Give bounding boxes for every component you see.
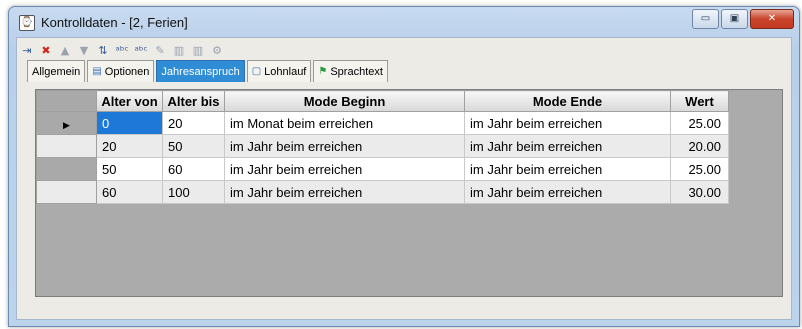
- cell-alter-bis[interactable]: 60: [162, 157, 225, 181]
- toolbar: ⇥ ✖ ▲ ▼ ⇅ ᵃᵇᶜ ᵃᵇᶜ ✎ ▥ ▥ ⚙: [19, 40, 225, 62]
- grid-table: Alter von Alter bis Mode Beginn Mode End…: [36, 90, 729, 204]
- app-window-icon[interactable]: ⌚: [19, 15, 35, 31]
- cell-alter-bis[interactable]: 50: [162, 134, 225, 158]
- column-header-mode-ende[interactable]: Mode Ende: [464, 90, 671, 112]
- cell-alter-bis[interactable]: 20: [162, 111, 225, 135]
- cell-wert[interactable]: 25.00: [670, 111, 729, 135]
- cell-alter-von[interactable]: 60: [96, 180, 163, 204]
- row-header[interactable]: ▶: [36, 111, 97, 135]
- cell-mode-ende[interactable]: im Jahr beim erreichen: [464, 180, 671, 204]
- minimize-button[interactable]: ▭: [692, 9, 719, 29]
- table-row[interactable]: ▶ 0 20 im Monat beim erreichen im Jahr b…: [36, 111, 729, 135]
- cell-mode-ende[interactable]: im Jahr beim erreichen: [464, 157, 671, 181]
- column-header-wert[interactable]: Wert: [670, 90, 729, 112]
- tab-jahresanspruch[interactable]: Jahresanspruch: [156, 60, 245, 82]
- corner-header[interactable]: [36, 90, 97, 112]
- tab-allgemein[interactable]: Allgemein: [27, 60, 86, 82]
- column-header-alter-von[interactable]: Alter von: [96, 90, 163, 112]
- cell-wert[interactable]: 25.00: [670, 157, 729, 181]
- delete-row-icon[interactable]: ✖: [38, 43, 54, 59]
- header-row: Alter von Alter bis Mode Beginn Mode End…: [36, 90, 729, 112]
- cell-wert[interactable]: 20.00: [670, 134, 729, 158]
- data-grid[interactable]: Alter von Alter bis Mode Beginn Mode End…: [35, 89, 783, 297]
- table-row[interactable]: 50 60 im Jahr beim erreichen im Jahr bei…: [36, 157, 729, 181]
- properties-icon[interactable]: ⚙: [209, 43, 225, 59]
- tab-sprachtext[interactable]: ⚑ Sprachtext: [313, 60, 388, 82]
- tab-label: Optionen: [104, 65, 150, 78]
- tab-label: Sprachtext: [330, 65, 383, 78]
- move-up-icon[interactable]: ▲: [57, 43, 73, 59]
- maximize-button[interactable]: ▣: [721, 9, 748, 29]
- columns-icon[interactable]: ▥: [171, 43, 187, 59]
- language-icon: ⚑: [318, 66, 328, 77]
- column-header-mode-beginn[interactable]: Mode Beginn: [224, 90, 465, 112]
- title-bar[interactable]: ⌚ Kontrolldaten - [2, Ferien] ▭ ▣ ✕: [9, 7, 799, 37]
- table-row[interactable]: 20 50 im Jahr beim erreichen im Jahr bei…: [36, 134, 729, 158]
- edit-icon[interactable]: ✎: [152, 43, 168, 59]
- tab-label: Allgemein: [32, 65, 81, 78]
- current-row-arrow-icon: ▶: [63, 120, 70, 131]
- spellcheck-icon[interactable]: ᵃᵇᶜ: [114, 43, 130, 59]
- move-down-icon[interactable]: ▼: [76, 43, 92, 59]
- tab-lohnlauf[interactable]: ▢ Lohnlauf: [246, 60, 312, 82]
- cell-alter-von[interactable]: 50: [96, 157, 163, 181]
- tab-strip: Allgemein ▤ Optionen Jahresanspruch ▢ Lo…: [27, 60, 390, 82]
- column-header-alter-bis[interactable]: Alter bis: [162, 90, 225, 112]
- cell-mode-beginn[interactable]: im Monat beim erreichen: [224, 111, 465, 135]
- table-row[interactable]: 60 100 im Jahr beim erreichen im Jahr be…: [36, 180, 729, 204]
- tab-optionen[interactable]: ▤ Optionen: [87, 60, 155, 82]
- options-icon: ▤: [92, 66, 102, 77]
- cell-mode-beginn[interactable]: im Jahr beim erreichen: [224, 157, 465, 181]
- columns-settings-icon[interactable]: ▥: [190, 43, 206, 59]
- copy-icon: ▢: [251, 66, 262, 77]
- cell-wert[interactable]: 30.00: [670, 180, 729, 204]
- row-header[interactable]: [36, 134, 97, 158]
- cell-alter-bis[interactable]: 100: [162, 180, 225, 204]
- cell-mode-ende[interactable]: im Jahr beim erreichen: [464, 111, 671, 135]
- cell-mode-beginn[interactable]: im Jahr beim erreichen: [224, 134, 465, 158]
- close-button[interactable]: ✕: [750, 9, 794, 29]
- app-window: ⌚ Kontrolldaten - [2, Ferien] ▭ ▣ ✕ ⇥ ✖ …: [8, 6, 800, 327]
- cell-alter-von[interactable]: 20: [96, 134, 163, 158]
- tab-label: Lohnlauf: [264, 65, 307, 78]
- window-title: Kontrolldaten - [2, Ferien]: [41, 15, 188, 30]
- spellcheck-all-icon[interactable]: ᵃᵇᶜ: [133, 43, 149, 59]
- tab-label: Jahresanspruch: [161, 65, 240, 78]
- sort-az-icon[interactable]: ⇅: [95, 43, 111, 59]
- row-header[interactable]: [36, 157, 97, 181]
- insert-row-icon[interactable]: ⇥: [19, 43, 35, 59]
- cell-mode-beginn[interactable]: im Jahr beim erreichen: [224, 180, 465, 204]
- row-header[interactable]: [36, 180, 97, 204]
- cell-mode-ende[interactable]: im Jahr beim erreichen: [464, 134, 671, 158]
- cell-alter-von[interactable]: 0: [96, 111, 163, 135]
